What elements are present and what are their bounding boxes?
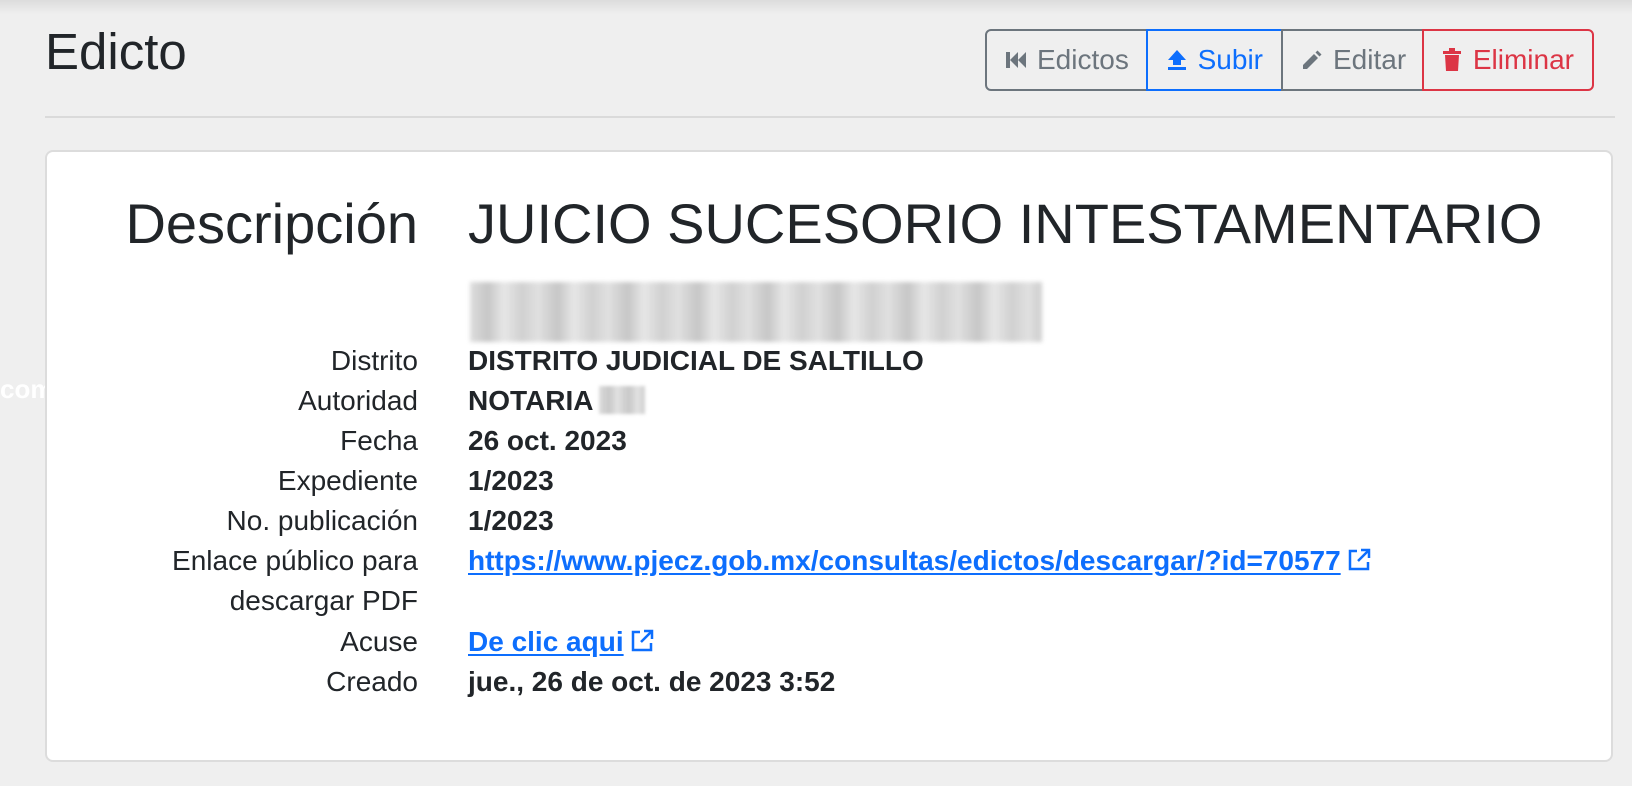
publicacion-label: No. publicación	[226, 505, 418, 536]
fecha-label: Fecha	[340, 425, 418, 456]
external-link-icon[interactable]	[630, 623, 654, 652]
editar-button-label: Editar	[1333, 44, 1407, 75]
eliminar-button[interactable]: Eliminar	[1422, 29, 1594, 91]
subir-button[interactable]: Subir	[1146, 29, 1283, 91]
creado-label: Creado	[326, 666, 418, 697]
redacted-content	[470, 282, 1042, 342]
skip-previous-icon	[1005, 47, 1027, 73]
page-title: Edicto	[45, 23, 187, 80]
creado-value: jue., 26 de oct. de 2023 3:52	[468, 666, 836, 697]
pencil-icon	[1301, 47, 1323, 73]
autoridad-value: NOTARIA	[468, 385, 594, 416]
expediente-label: Expediente	[277, 465, 418, 496]
trash-icon	[1442, 47, 1463, 73]
header-divider	[45, 116, 1615, 118]
descripcion-label: Descripción	[125, 192, 418, 255]
distrito-value: DISTRITO JUDICIAL DE SALTILLO	[468, 345, 924, 376]
edictos-button-label: Edictos	[1037, 44, 1129, 75]
fecha-value: 26 oct. 2023	[468, 425, 627, 456]
enlace-label-line2: descargar PDF	[229, 585, 418, 616]
acuse-label: Acuse	[340, 626, 418, 657]
autoridad-label: Autoridad	[298, 385, 418, 416]
top-shadow	[0, 0, 1632, 14]
eliminar-button-label: Eliminar	[1472, 44, 1574, 75]
editar-button[interactable]: Editar	[1281, 29, 1424, 91]
publicacion-value: 1/2023	[468, 505, 554, 536]
expediente-value: 1/2023	[468, 465, 554, 496]
distrito-label: Distrito	[330, 345, 418, 376]
acuse-row: De clic aqui	[468, 621, 654, 663]
edicto-details-card: Descripción JUICIO SUCESORIO INTESTAMENT…	[45, 150, 1613, 762]
enlace-label-line1: Enlace público para	[172, 545, 418, 576]
descripcion-value: JUICIO SUCESORIO INTESTAMENTARIO	[468, 192, 1543, 255]
external-link-icon[interactable]	[1347, 542, 1371, 571]
edictos-button[interactable]: Edictos	[985, 29, 1148, 91]
upload-icon	[1166, 47, 1188, 73]
redacted-content	[599, 386, 646, 414]
autoridad-row: NOTARIA	[468, 380, 646, 422]
action-button-group: Edictos Subir Editar Eliminar	[985, 29, 1594, 91]
subir-button-label: Subir	[1197, 44, 1263, 75]
pdf-download-link[interactable]: https://www.pjecz.gob.mx/consultas/edict…	[468, 545, 1341, 576]
enlace-row: https://www.pjecz.gob.mx/consultas/edict…	[468, 540, 1371, 582]
acuse-link[interactable]: De clic aqui	[468, 626, 624, 657]
